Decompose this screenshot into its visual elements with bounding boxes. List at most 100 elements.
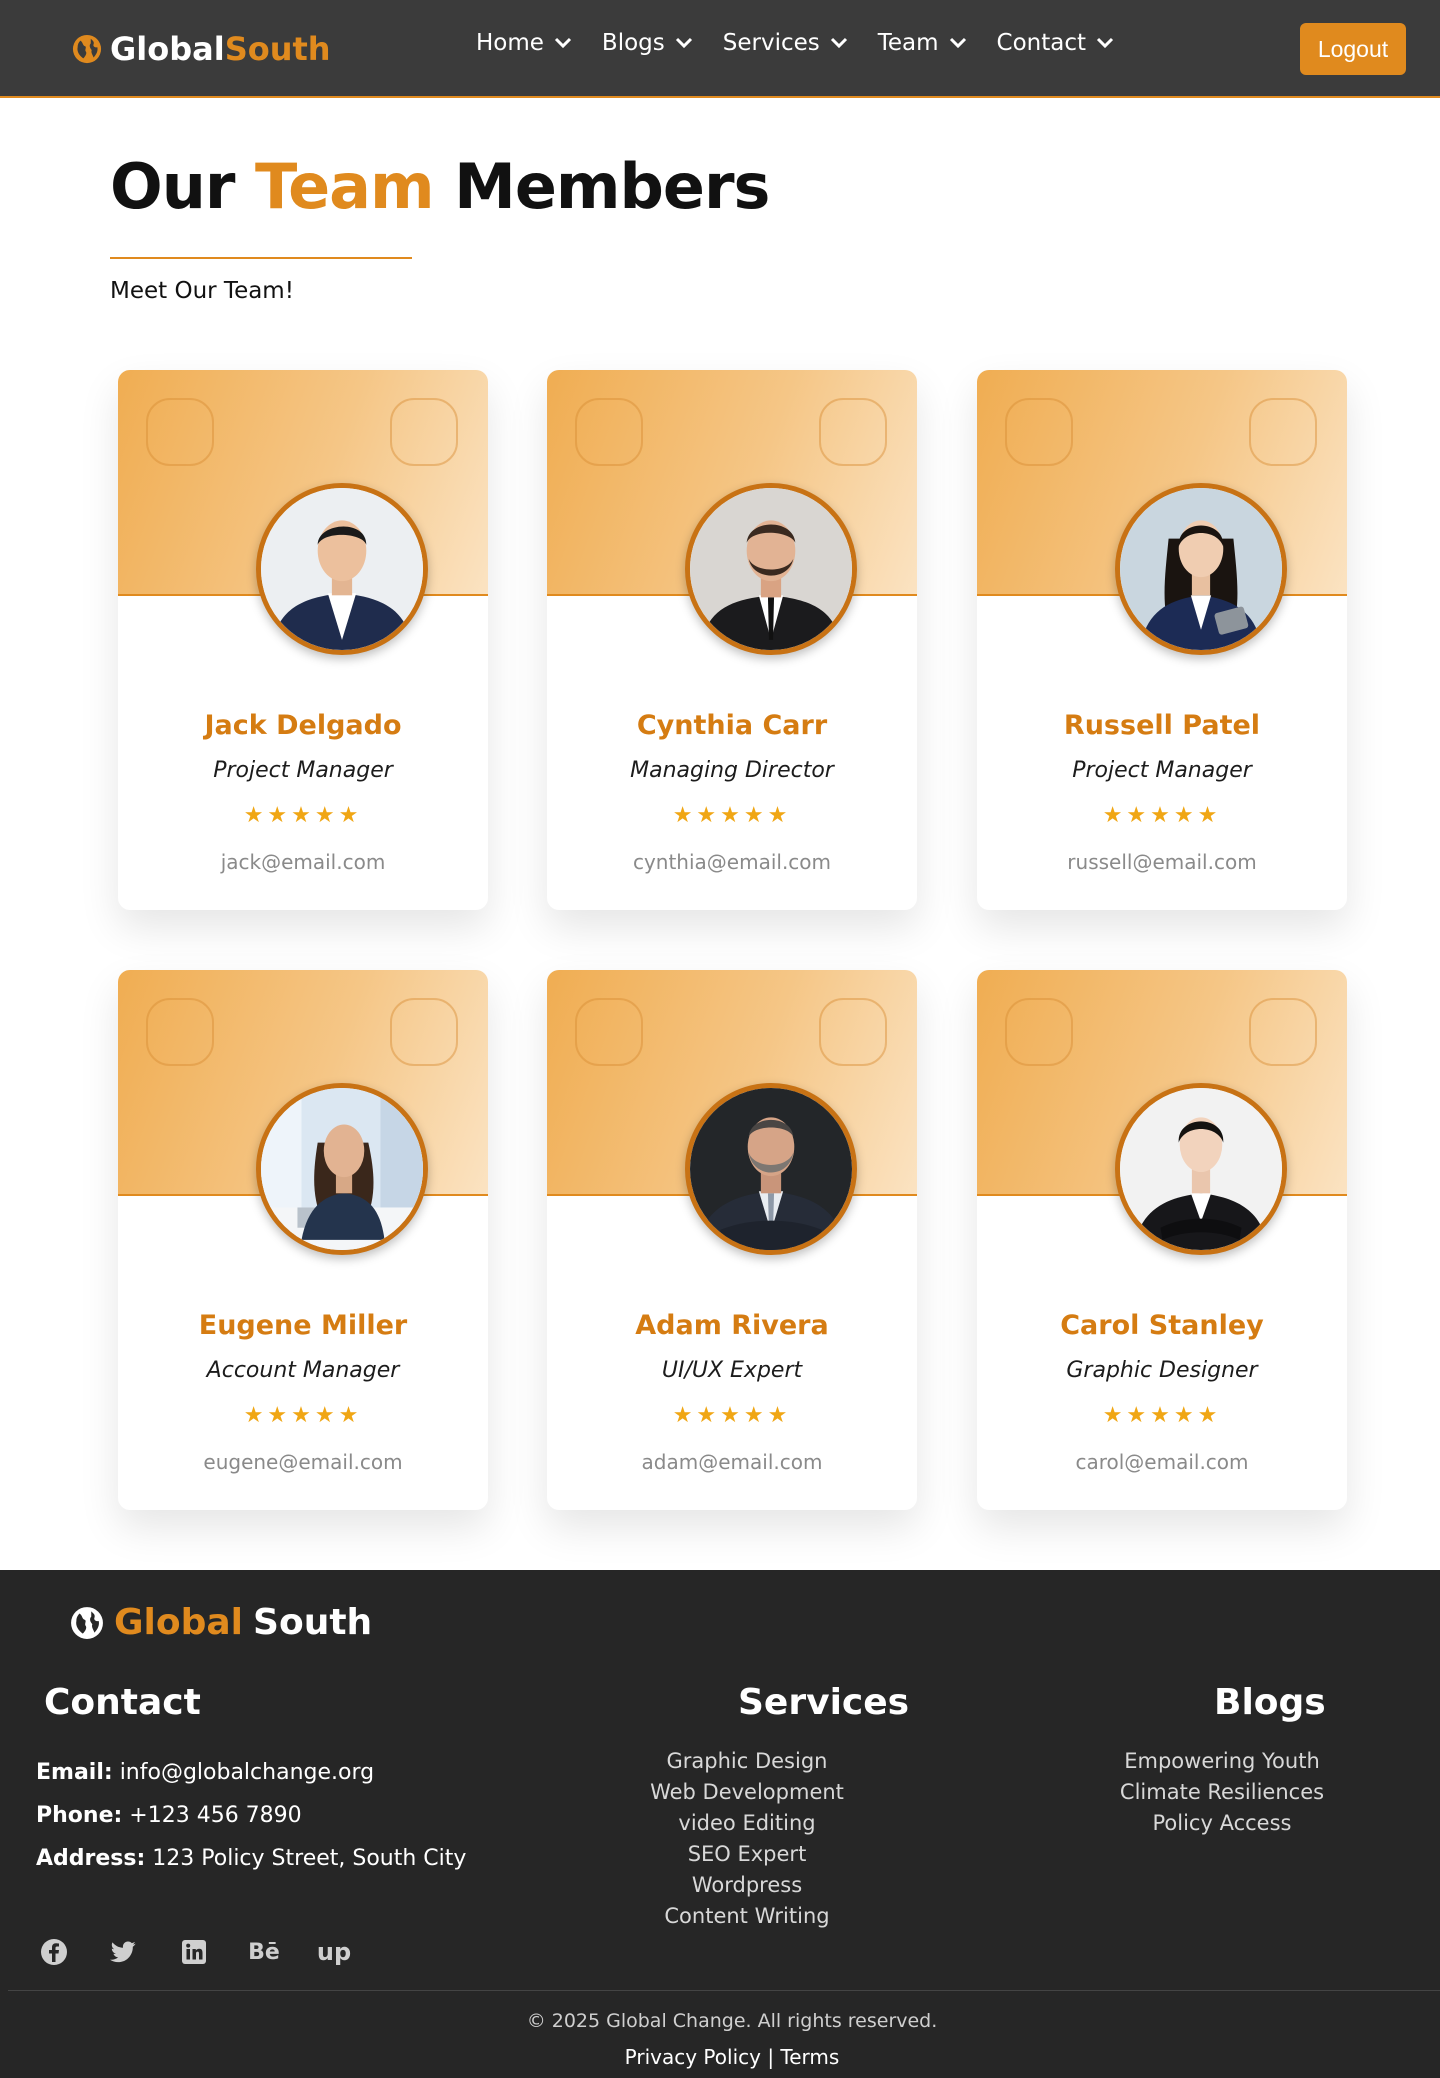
decor-shape bbox=[390, 998, 458, 1066]
avatar bbox=[256, 483, 428, 655]
upwork-icon[interactable]: up bbox=[317, 1936, 351, 1968]
rating-stars: ★★★★★ bbox=[1102, 803, 1222, 828]
contact-heading: Contact bbox=[44, 1682, 201, 1723]
profile-photo bbox=[261, 488, 423, 650]
service-link[interactable]: SEO Expert bbox=[597, 1839, 897, 1870]
profile-photo bbox=[261, 1088, 423, 1250]
member-name: Adam Rivera bbox=[635, 1310, 829, 1341]
rating-stars: ★★★★★ bbox=[1102, 1403, 1222, 1428]
services-heading: Services bbox=[738, 1682, 910, 1723]
phone-label: Phone: bbox=[36, 1803, 123, 1828]
team-card[interactable]: Russell Patel Project Manager ★★★★★ russ… bbox=[977, 370, 1347, 910]
decor-shape bbox=[1005, 398, 1073, 466]
social-links: Bē up bbox=[38, 1936, 351, 1968]
services-list: Graphic Design Web Development video Edi… bbox=[597, 1746, 897, 1932]
contact-email: Email: info@globalchange.org bbox=[36, 1760, 374, 1785]
title-accent: Team bbox=[255, 150, 435, 223]
blogs-list: Empowering Youth Climate Resiliences Pol… bbox=[1072, 1746, 1372, 1839]
team-card[interactable]: Cynthia Carr Managing Director ★★★★★ cyn… bbox=[547, 370, 917, 910]
footer-brand-part2: South bbox=[253, 1602, 373, 1643]
member-role: Account Manager bbox=[206, 1358, 400, 1383]
member-name: Jack Delgado bbox=[204, 710, 402, 741]
footer: Global South Contact Email: info@globalc… bbox=[0, 1570, 1440, 2078]
team-card[interactable]: Jack Delgado Project Manager ★★★★★ jack@… bbox=[118, 370, 488, 910]
member-role: Graphic Designer bbox=[1066, 1358, 1258, 1383]
contact-phone: Phone: +123 456 7890 bbox=[36, 1803, 302, 1828]
member-email[interactable]: russell@email.com bbox=[977, 850, 1347, 874]
email-value[interactable]: info@globalchange.org bbox=[120, 1760, 374, 1785]
service-link[interactable]: video Editing bbox=[597, 1808, 897, 1839]
service-link[interactable]: Wordpress bbox=[597, 1870, 897, 1901]
blogs-heading: Blogs bbox=[1214, 1682, 1326, 1723]
contact-address: Address: 123 Policy Street, South City bbox=[36, 1846, 466, 1871]
rating-stars: ★★★★★ bbox=[243, 803, 363, 828]
avatar bbox=[256, 1083, 428, 1255]
phone-value[interactable]: +123 456 7890 bbox=[129, 1803, 301, 1828]
profile-photo bbox=[690, 1088, 852, 1250]
member-email[interactable]: adam@email.com bbox=[547, 1450, 917, 1474]
member-name: Cynthia Carr bbox=[636, 710, 828, 741]
blog-link[interactable]: Climate Resiliences bbox=[1072, 1777, 1372, 1808]
member-role: Project Manager bbox=[213, 758, 393, 783]
title-part1: Our bbox=[110, 150, 235, 223]
decor-shape bbox=[1005, 998, 1073, 1066]
decor-shape bbox=[146, 398, 214, 466]
member-email[interactable]: carol@email.com bbox=[977, 1450, 1347, 1474]
decor-shape bbox=[1249, 398, 1317, 466]
legal-separator: | bbox=[760, 2045, 781, 2069]
rating-stars: ★★★★★ bbox=[672, 803, 792, 828]
footer-divider bbox=[8, 1990, 1440, 1991]
facebook-icon[interactable] bbox=[38, 1936, 70, 1968]
title-underline bbox=[110, 257, 412, 259]
legal-links: Privacy Policy | Terms bbox=[0, 2045, 1440, 2069]
globe-icon bbox=[71, 1606, 103, 1639]
page-header: Our Team Members Meet Our Team! bbox=[0, 0, 1440, 304]
copyright-text: © 2025 Global Change. All rights reserve… bbox=[526, 2010, 938, 2032]
profile-photo bbox=[690, 488, 852, 650]
decor-shape bbox=[575, 398, 643, 466]
service-link[interactable]: Web Development bbox=[597, 1777, 897, 1808]
terms-link[interactable]: Terms bbox=[780, 2045, 839, 2069]
member-name: Carol Stanley bbox=[1060, 1310, 1264, 1341]
title-part2: Members bbox=[454, 150, 770, 223]
linkedin-icon[interactable] bbox=[178, 1936, 210, 1968]
member-role: Managing Director bbox=[630, 758, 834, 783]
footer-brand[interactable]: Global South bbox=[70, 1602, 372, 1643]
member-email[interactable]: eugene@email.com bbox=[118, 1450, 488, 1474]
member-name: Eugene Miller bbox=[198, 1310, 408, 1341]
rating-stars: ★★★★★ bbox=[672, 1403, 792, 1428]
address-value: 123 Policy Street, South City bbox=[152, 1846, 467, 1871]
profile-photo bbox=[1120, 1088, 1282, 1250]
decor-shape bbox=[575, 998, 643, 1066]
team-card[interactable]: Eugene Miller Account Manager ★★★★★ euge… bbox=[118, 970, 488, 1510]
blog-link[interactable]: Policy Access bbox=[1072, 1808, 1372, 1839]
service-link[interactable]: Graphic Design bbox=[597, 1746, 897, 1777]
page-subtitle: Meet Our Team! bbox=[110, 278, 294, 304]
avatar bbox=[685, 1083, 857, 1255]
email-label: Email: bbox=[36, 1760, 113, 1785]
decor-shape bbox=[819, 398, 887, 466]
twitter-icon[interactable] bbox=[108, 1936, 140, 1968]
decor-shape bbox=[1249, 998, 1317, 1066]
decor-shape bbox=[390, 398, 458, 466]
avatar bbox=[685, 483, 857, 655]
service-link[interactable]: Content Writing bbox=[597, 1901, 897, 1932]
member-role: Project Manager bbox=[1072, 758, 1252, 783]
rating-stars: ★★★★★ bbox=[243, 1403, 363, 1428]
page-title: Our Team Members bbox=[110, 150, 770, 223]
team-card[interactable]: Adam Rivera UI/UX Expert ★★★★★ adam@emai… bbox=[547, 970, 917, 1510]
team-card[interactable]: Carol Stanley Graphic Designer ★★★★★ car… bbox=[977, 970, 1347, 1510]
avatar bbox=[1115, 1083, 1287, 1255]
member-email[interactable]: jack@email.com bbox=[118, 850, 488, 874]
behance-icon[interactable]: Bē bbox=[248, 1936, 280, 1968]
decor-shape bbox=[146, 998, 214, 1066]
profile-photo bbox=[1120, 488, 1282, 650]
member-role: UI/UX Expert bbox=[661, 1358, 803, 1383]
decor-shape bbox=[819, 998, 887, 1066]
member-email[interactable]: cynthia@email.com bbox=[547, 850, 917, 874]
blog-link[interactable]: Empowering Youth bbox=[1072, 1746, 1372, 1777]
address-label: Address: bbox=[36, 1846, 146, 1871]
member-name: Russell Patel bbox=[1063, 710, 1261, 741]
avatar bbox=[1115, 483, 1287, 655]
privacy-policy-link[interactable]: Privacy Policy bbox=[625, 2045, 761, 2069]
